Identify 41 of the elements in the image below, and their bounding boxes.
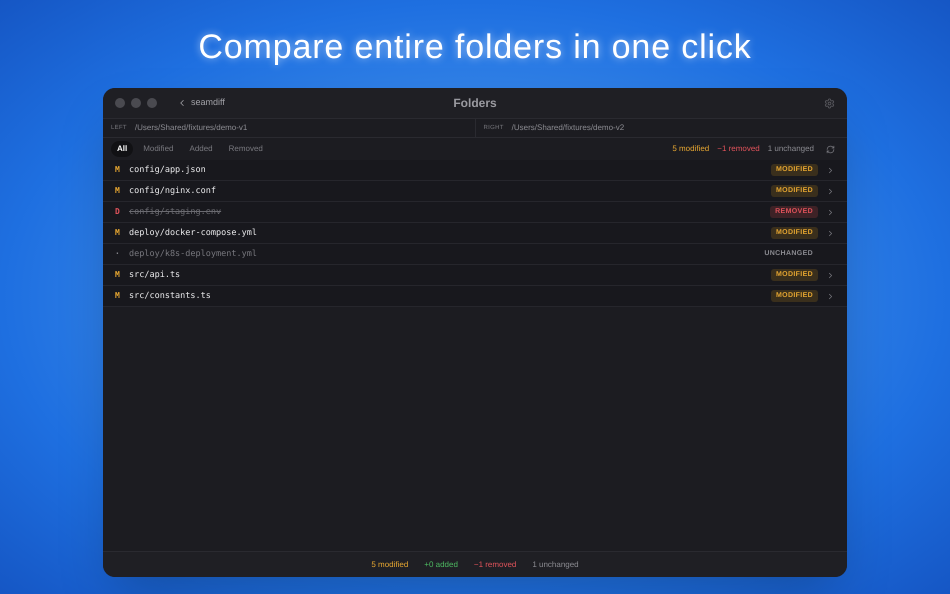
file-path: config/staging.env bbox=[129, 206, 222, 218]
filter-tab[interactable]: All bbox=[111, 141, 134, 157]
window-title: Folders bbox=[453, 95, 497, 112]
chevron-right-icon bbox=[826, 292, 835, 300]
chevron-right-icon bbox=[826, 228, 835, 238]
footer-count: −1 removed bbox=[474, 558, 516, 570]
status-letter: M bbox=[115, 269, 121, 281]
status-letter: M bbox=[115, 164, 121, 176]
status-letter: M bbox=[115, 290, 121, 302]
file-path: src/constants.ts bbox=[129, 290, 211, 302]
status-letter: M bbox=[115, 185, 121, 197]
footer-count: +0 added bbox=[424, 558, 458, 570]
footer-count: 1 unchanged bbox=[532, 558, 579, 570]
file-path: deploy/docker-compose.yml bbox=[129, 226, 257, 240]
file-path: deploy/k8s-deployment.yml bbox=[129, 248, 257, 260]
summary-count: −1 removed bbox=[717, 143, 760, 155]
chevron-right-icon bbox=[826, 186, 835, 196]
status-letter: M bbox=[115, 227, 121, 239]
settings-icon[interactable] bbox=[824, 98, 835, 108]
refresh-icon[interactable] bbox=[826, 144, 835, 154]
summary-count: 1 unchanged bbox=[768, 143, 814, 155]
window-close-button[interactable] bbox=[115, 98, 125, 108]
status-letter: · bbox=[115, 248, 121, 260]
chevron-right-icon bbox=[826, 270, 835, 280]
filter-tab[interactable]: Removed bbox=[222, 141, 269, 157]
footer-count: 5 modified bbox=[371, 558, 408, 570]
summary-count: 5 modified bbox=[672, 143, 710, 155]
file-path: config/nginx.conf bbox=[129, 184, 216, 198]
filter-tab[interactable]: Modified bbox=[137, 141, 180, 157]
chevron-right-icon bbox=[826, 208, 835, 216]
path-value: /Users/Shared/fixtures/demo-v1 bbox=[134, 122, 248, 134]
chevron-right-icon bbox=[826, 166, 835, 174]
status-letter: D bbox=[115, 206, 121, 218]
window-minimize-button[interactable] bbox=[131, 98, 141, 108]
file-path: config/app.json bbox=[129, 164, 206, 176]
window-zoom-button[interactable] bbox=[147, 98, 157, 108]
filter-tab[interactable]: Added bbox=[183, 141, 219, 157]
path-value: /Users/Shared/fixtures/demo-v2 bbox=[512, 122, 624, 134]
file-path: src/api.ts bbox=[129, 268, 180, 282]
back-button[interactable]: seamdiff bbox=[177, 96, 225, 110]
headline: Compare entire folders in one click bbox=[198, 27, 752, 66]
